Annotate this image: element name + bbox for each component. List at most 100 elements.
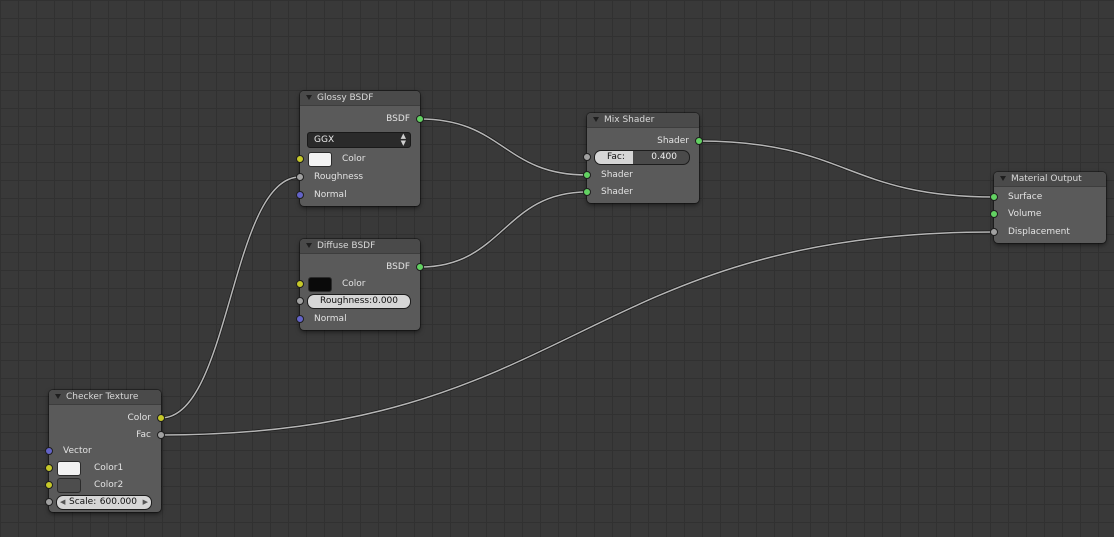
node-link[interactable] (160, 176, 301, 419)
decrement-arrow-icon[interactable]: ◀ (60, 496, 65, 509)
node-title: Mix Shader (604, 115, 655, 125)
node-title: Checker Texture (66, 392, 139, 402)
color-input-row: Color (296, 151, 420, 167)
up-down-arrows-icon: ▲ ▼ (400, 132, 406, 147)
shader-output-socket[interactable] (695, 137, 703, 145)
increment-arrow-icon[interactable]: ▶ (143, 496, 148, 509)
color2-swatch[interactable] (57, 478, 81, 493)
mix-shader-node[interactable]: Mix Shader Shader Fac: 0.400 Shader Shad… (583, 113, 703, 203)
shader1-input-socket[interactable] (583, 171, 591, 179)
color-input-socket[interactable] (296, 155, 304, 163)
displacement-input-socket[interactable] (990, 228, 998, 236)
shader1-input-row: Shader (583, 167, 699, 183)
bsdf-output-row: BSDF (300, 111, 424, 127)
normal-input-socket[interactable] (296, 191, 304, 199)
fac-slider[interactable]: Fac: 0.400 (594, 150, 690, 165)
scale-field-label: Scale: (69, 497, 97, 507)
node-link[interactable] (698, 140, 995, 198)
collapse-triangle-icon[interactable] (306, 95, 312, 100)
shader2-input-row: Shader (583, 184, 699, 200)
fac-output-row: Fac (49, 427, 165, 443)
normal-input-row: Normal (296, 311, 420, 327)
scale-input-row: ◀ Scale: 600.000 ▶ (45, 494, 161, 510)
glossy-bsdf-header[interactable]: Glossy BSDF (300, 91, 420, 106)
color-output-socket[interactable] (157, 414, 165, 422)
normal-input-socket[interactable] (296, 315, 304, 323)
node-link[interactable] (160, 231, 995, 436)
bsdf-output-label: BSDF (386, 114, 410, 124)
fac-slider-label: Fac: (607, 152, 625, 162)
fac-input-row: Fac: 0.400 (583, 149, 699, 165)
shader1-label: Shader (601, 170, 633, 180)
color2-label: Color2 (94, 480, 124, 490)
distribution-dropdown[interactable]: GGX ▲ ▼ (307, 132, 411, 148)
node-links (160, 117, 995, 437)
roughness-field-value: 0.000 (372, 296, 398, 306)
diffuse-bsdf-node[interactable]: Diffuse BSDF BSDF Color Roughness: 0.000… (296, 239, 424, 330)
surface-input-socket[interactable] (990, 193, 998, 201)
roughness-input-socket[interactable] (296, 297, 304, 305)
scale-field[interactable]: ◀ Scale: 600.000 ▶ (56, 495, 152, 510)
fac-output-socket[interactable] (157, 431, 165, 439)
link-shadow (160, 230, 995, 437)
bsdf-output-socket[interactable] (416, 263, 424, 271)
link-shadow (419, 190, 588, 269)
link-shadow (419, 117, 588, 177)
color1-input-socket[interactable] (45, 464, 53, 472)
fac-slider-value: 0.400 (651, 152, 677, 162)
glossy-bsdf-node[interactable]: Glossy BSDF BSDF GGX ▲ ▼ Color Roughness … (296, 91, 424, 206)
material-output-node[interactable]: Material Output Surface Volume Displacem… (990, 172, 1106, 243)
roughness-input-socket[interactable] (296, 173, 304, 181)
link-shadow (160, 175, 301, 420)
checker-texture-header[interactable]: Checker Texture (49, 390, 161, 405)
node-title: Glossy BSDF (317, 93, 374, 103)
diffuse-bsdf-header[interactable]: Diffuse BSDF (300, 239, 420, 254)
roughness-input-row: Roughness: 0.000 (296, 293, 420, 309)
roughness-label: Roughness (314, 172, 364, 182)
color1-label: Color1 (94, 463, 124, 473)
color-input-row: Color (296, 276, 420, 292)
node-link[interactable] (419, 118, 588, 176)
roughness-field-label: Roughness: (320, 296, 373, 306)
roughness-field[interactable]: Roughness: 0.000 (307, 294, 411, 309)
normal-label: Normal (314, 190, 347, 200)
color-label: Color (342, 154, 366, 164)
fac-input-socket[interactable] (583, 153, 591, 161)
bsdf-output-socket[interactable] (416, 115, 424, 123)
color2-input-socket[interactable] (45, 481, 53, 489)
distribution-value: GGX (314, 135, 335, 145)
vector-input-socket[interactable] (45, 447, 53, 455)
collapse-triangle-icon[interactable] (1000, 176, 1006, 181)
color1-input-row: Color1 (45, 460, 161, 476)
material-output-header[interactable]: Material Output (994, 172, 1106, 187)
node-title: Material Output (1011, 174, 1082, 184)
surface-label: Surface (1008, 192, 1043, 202)
collapse-triangle-icon[interactable] (593, 117, 599, 122)
volume-input-row: Volume (990, 206, 1106, 222)
bsdf-output-label: BSDF (386, 262, 410, 272)
volume-label: Volume (1008, 209, 1042, 219)
surface-input-row: Surface (990, 189, 1106, 205)
scale-field-value: 600.000 (99, 497, 137, 507)
node-link[interactable] (419, 191, 588, 268)
roughness-input-row: Roughness (296, 169, 420, 185)
checker-texture-node[interactable]: Checker Texture Color Fac Vector Color1 … (45, 390, 165, 512)
shader-output-label: Shader (657, 136, 689, 146)
color-output-row: Color (49, 410, 165, 426)
node-title: Diffuse BSDF (317, 241, 376, 251)
mix-shader-header[interactable]: Mix Shader (587, 113, 699, 128)
volume-input-socket[interactable] (990, 210, 998, 218)
fac-output-label: Fac (136, 430, 151, 440)
color-input-socket[interactable] (296, 280, 304, 288)
color1-swatch[interactable] (57, 461, 81, 476)
distribution-row: GGX ▲ ▼ (300, 131, 420, 148)
shader2-input-socket[interactable] (583, 188, 591, 196)
scale-input-socket[interactable] (45, 498, 53, 506)
color-swatch[interactable] (308, 152, 332, 167)
link-shadow (698, 139, 995, 199)
bsdf-output-row: BSDF (300, 259, 424, 275)
collapse-triangle-icon[interactable] (306, 243, 312, 248)
color-swatch[interactable] (308, 277, 332, 292)
collapse-triangle-icon[interactable] (55, 394, 61, 399)
displacement-label: Displacement (1008, 227, 1070, 237)
